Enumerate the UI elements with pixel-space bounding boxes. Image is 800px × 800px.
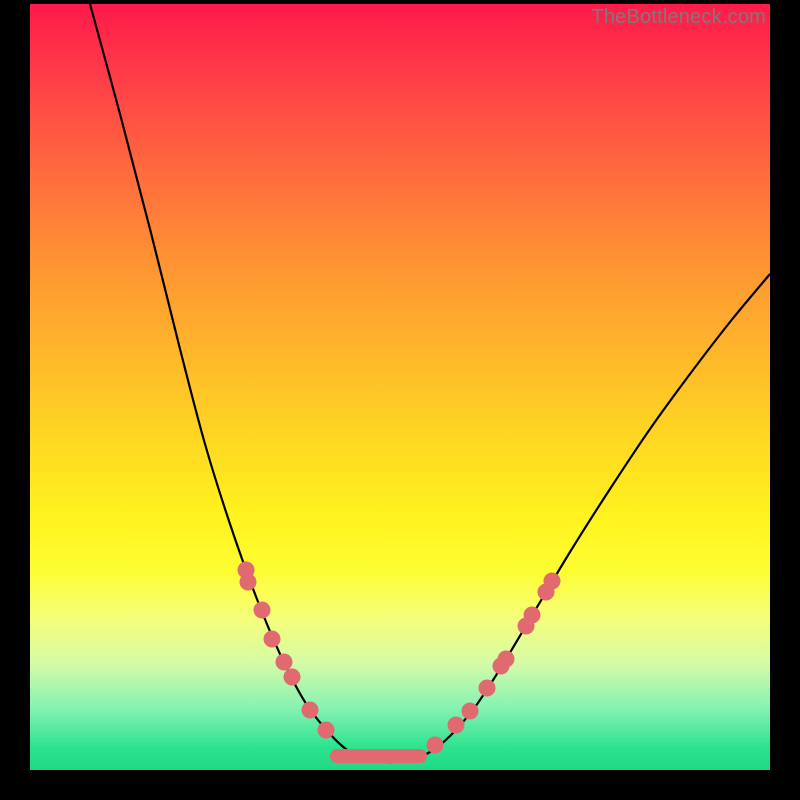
- data-dot: [498, 651, 515, 668]
- bottleneck-curve: [90, 4, 770, 762]
- bottleneck-chart: [30, 4, 770, 770]
- data-dot: [448, 717, 465, 734]
- data-dot: [462, 703, 479, 720]
- dots-left-group: [238, 562, 335, 739]
- data-dot: [524, 607, 541, 624]
- data-dot: [318, 722, 335, 739]
- data-dot: [254, 602, 271, 619]
- data-dot: [284, 669, 301, 686]
- data-dot: [276, 654, 293, 671]
- data-dot: [302, 702, 319, 719]
- watermark-text: TheBottleneck.com: [591, 6, 766, 29]
- data-dot: [479, 680, 496, 697]
- data-dot: [544, 573, 561, 590]
- data-dot: [264, 631, 281, 648]
- chart-frame: [30, 4, 770, 770]
- data-dot: [427, 737, 444, 754]
- data-dot: [240, 574, 257, 591]
